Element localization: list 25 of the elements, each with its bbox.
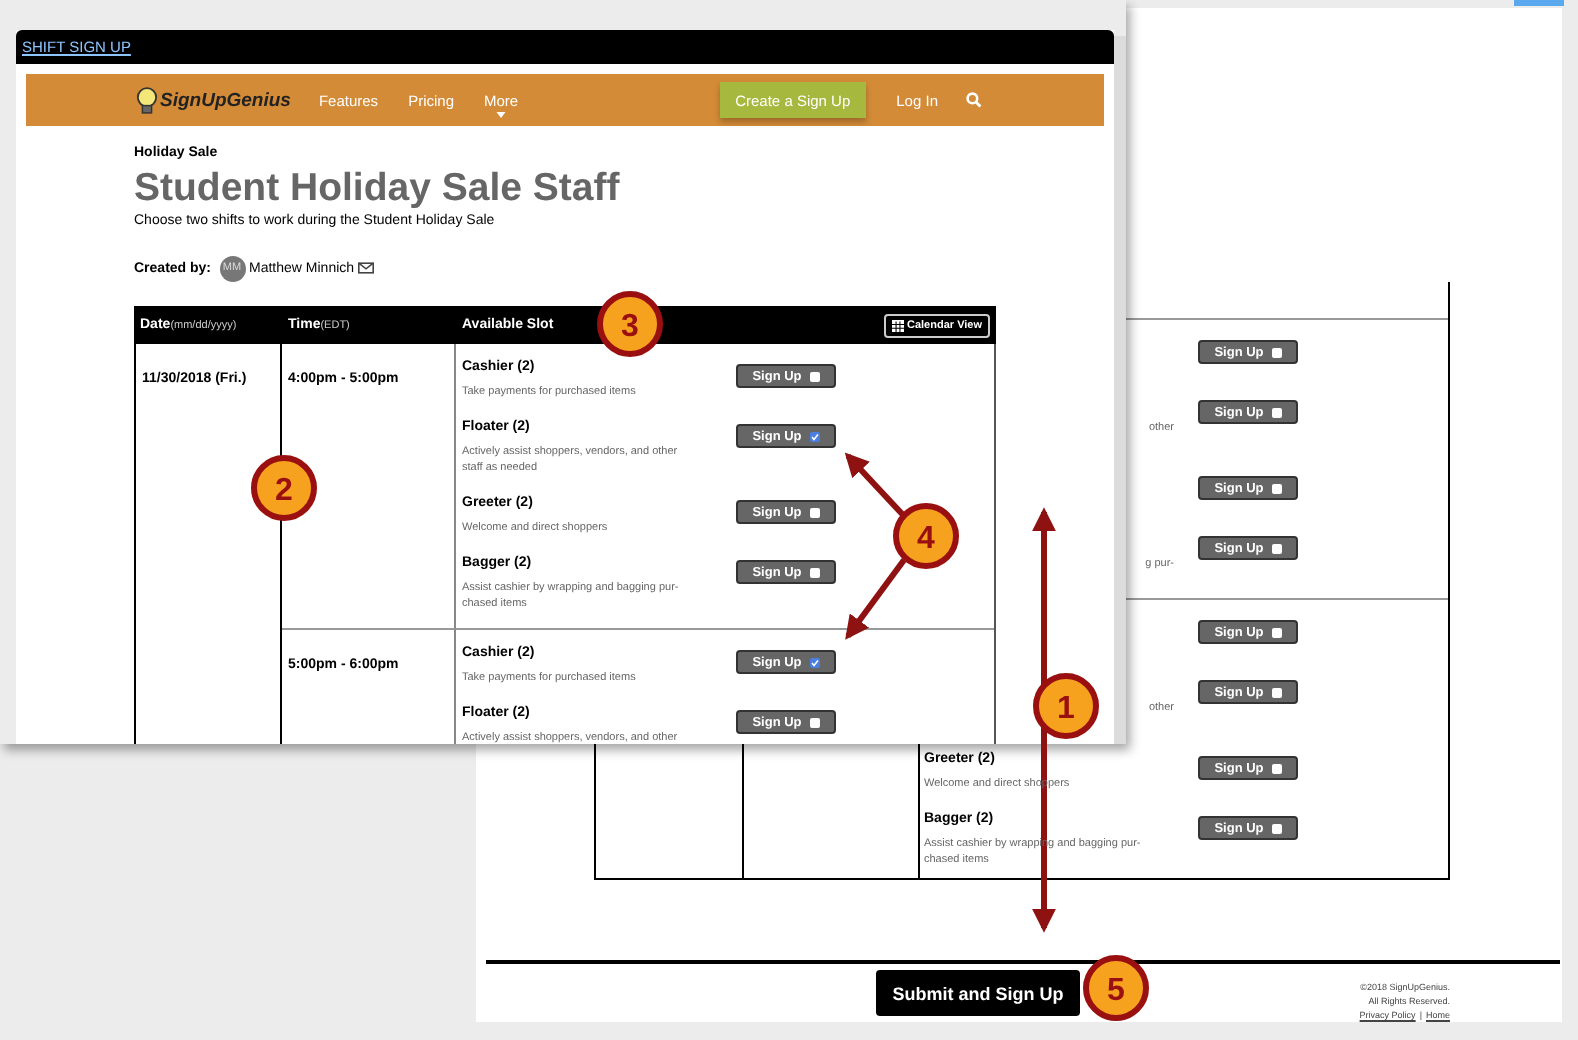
checkbox[interactable] — [1271, 483, 1282, 493]
submit-button[interactable]: Submit and Sign Up — [876, 970, 1080, 1016]
checkbox[interactable] — [1271, 627, 1282, 637]
logo-text[interactable]: SignUpGenius — [160, 89, 291, 111]
tab-edge — [1514, 0, 1564, 6]
calendar-icon — [891, 319, 903, 331]
checkbox[interactable] — [809, 717, 820, 727]
checkbox[interactable] — [1271, 347, 1282, 357]
checkbox[interactable] — [1271, 687, 1282, 697]
search-icon[interactable] — [966, 92, 982, 108]
checkbox[interactable] — [1271, 543, 1282, 553]
checkbox[interactable] — [809, 657, 820, 667]
checkbox[interactable] — [809, 371, 820, 381]
checkbox[interactable] — [809, 567, 820, 577]
arrow — [845, 558, 907, 640]
page-title: Student Holiday Sale Staff — [134, 164, 622, 212]
caret-icon — [496, 111, 507, 117]
checkbox[interactable] — [1271, 823, 1282, 833]
checkbox[interactable] — [809, 507, 820, 517]
checkbox[interactable] — [1271, 407, 1282, 417]
arrow — [844, 452, 907, 519]
checkbox[interactable] — [1271, 763, 1282, 773]
envelope-icon[interactable] — [358, 262, 375, 274]
lightbulb-icon — [136, 85, 158, 115]
checkbox[interactable] — [809, 431, 820, 441]
